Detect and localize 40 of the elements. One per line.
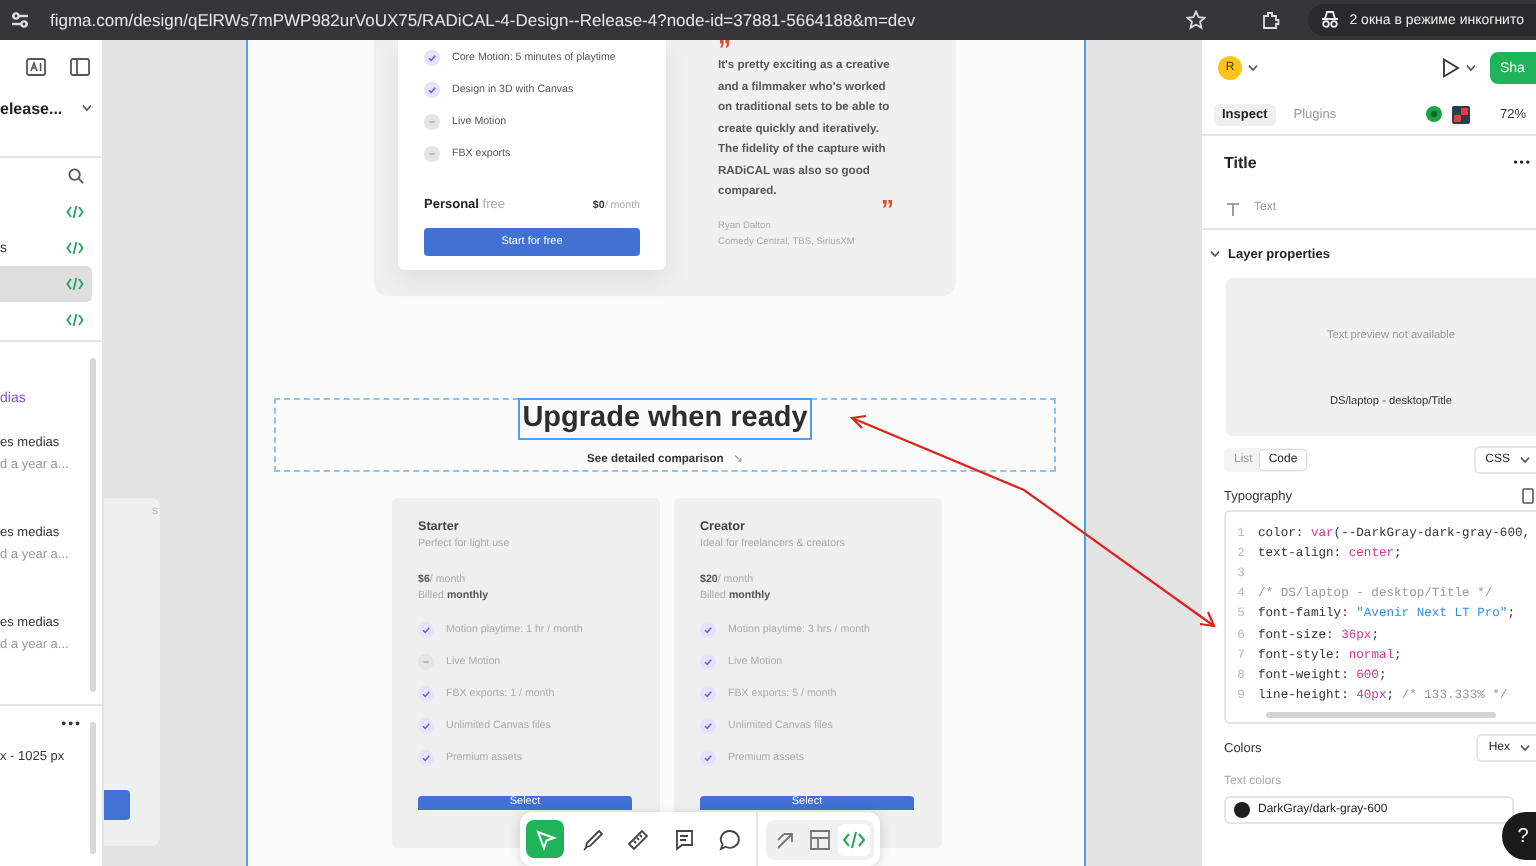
caret-icon[interactable]	[1248, 64, 1258, 72]
grid-icon	[808, 827, 832, 851]
pen-icon	[579, 827, 603, 851]
scrollbar[interactable]	[1266, 712, 1496, 718]
speech-bubble-icon	[717, 827, 741, 851]
plugin-icon[interactable]	[1451, 105, 1470, 123]
quote-mark: ”	[718, 42, 731, 56]
caret-icon[interactable]	[1210, 250, 1220, 258]
address-bar-url[interactable]: figma.com/design/qElRWs7mPWP982urVoUX75/RADiCAL-4-Design--Release-4?node-id=37881-5664188&m=dev	[50, 10, 916, 30]
button-edge	[104, 790, 130, 820]
caret-icon	[1520, 456, 1530, 464]
search-icon[interactable]	[68, 168, 84, 184]
caret-icon[interactable]	[1466, 64, 1476, 72]
code-icon	[842, 827, 866, 851]
note-icon	[671, 827, 695, 851]
scrollbar[interactable]	[90, 358, 96, 692]
caret-icon	[1520, 744, 1530, 752]
puzzle-icon[interactable]	[1259, 10, 1280, 30]
site-settings-icon[interactable]	[10, 10, 30, 30]
cursor-icon	[533, 827, 557, 851]
text-icon	[1226, 201, 1240, 215]
code-icon[interactable]	[66, 312, 84, 328]
scrollbar[interactable]	[90, 722, 96, 854]
play-icon[interactable]	[1442, 58, 1460, 78]
arrow-line-icon	[774, 827, 798, 851]
file-name[interactable]: elease...	[0, 99, 63, 117]
section-heading: Upgrade when ready	[518, 398, 812, 440]
layer-title: Title	[1224, 154, 1257, 172]
quote-mark: ”	[879, 195, 896, 219]
panel-toggle-icon[interactable]	[70, 57, 90, 75]
code-icon[interactable]	[66, 240, 84, 256]
caret-icon[interactable]	[82, 104, 93, 112]
ruler-icon	[625, 827, 649, 851]
text-style-icon[interactable]	[26, 57, 46, 75]
incognito-icon	[1319, 10, 1340, 30]
plugin-icon[interactable]	[1425, 106, 1442, 122]
star-icon[interactable]	[1185, 10, 1206, 30]
copy-icon[interactable]	[1522, 488, 1534, 504]
help-button[interactable]: ?	[1502, 812, 1536, 860]
code-icon[interactable]	[66, 204, 84, 220]
